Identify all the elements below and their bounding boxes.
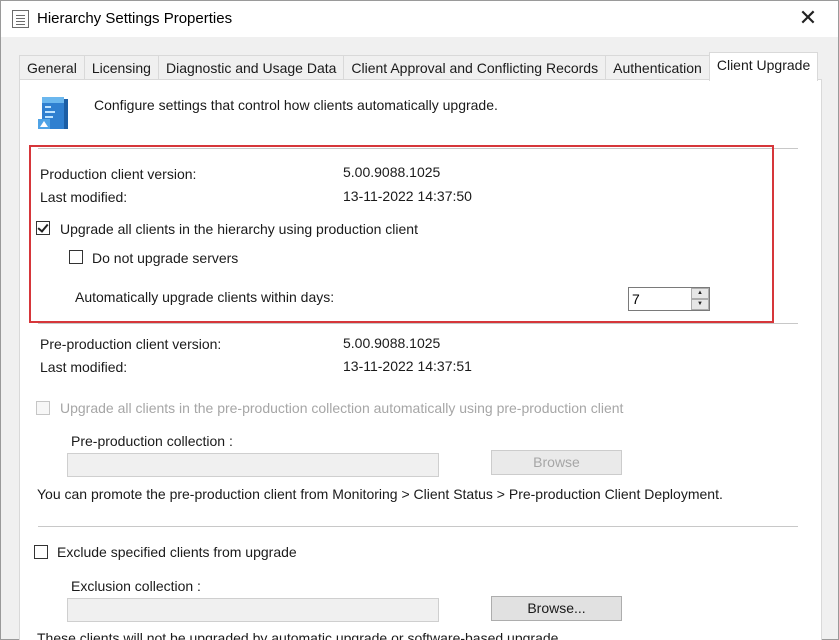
tab-authentication[interactable]: Authentication bbox=[605, 55, 709, 81]
tab-diagnostic-usage-data[interactable]: Diagnostic and Usage Data bbox=[157, 55, 344, 81]
client-upgrade-panel: Configure settings that control how clie… bbox=[19, 79, 822, 640]
tab-client-upgrade[interactable]: Client Upgrade bbox=[708, 52, 819, 81]
section-divider bbox=[38, 323, 798, 324]
exclusion-collection-label: Exclusion collection : bbox=[71, 578, 201, 594]
preproduction-upgrade-checkbox[interactable] bbox=[36, 401, 50, 415]
preproduction-collection-label: Pre-production collection : bbox=[71, 433, 233, 449]
title-bar: Hierarchy Settings Properties ✕ bbox=[1, 1, 838, 37]
close-button[interactable]: ✕ bbox=[785, 1, 831, 35]
production-settings-highlight bbox=[29, 145, 774, 323]
exclusion-collection-field[interactable] bbox=[67, 598, 439, 622]
tab-strip: General Licensing Diagnostic and Usage D… bbox=[19, 52, 819, 81]
tab-general[interactable]: General bbox=[19, 55, 84, 81]
properties-dialog: Hierarchy Settings Properties ✕ General … bbox=[0, 0, 839, 640]
tab-licensing[interactable]: Licensing bbox=[83, 55, 158, 81]
preproduction-collection-field[interactable] bbox=[67, 453, 439, 477]
promote-note: You can promote the pre-production clien… bbox=[37, 486, 723, 502]
exclusion-browse-button[interactable]: Browse... bbox=[491, 596, 622, 621]
exclusion-note: These clients will not be upgraded by au… bbox=[37, 630, 563, 640]
tab-client-approval[interactable]: Client Approval and Conflicting Records bbox=[343, 55, 606, 81]
section-divider bbox=[38, 526, 798, 527]
preproduction-browse-button[interactable]: Browse bbox=[491, 450, 622, 475]
window-title: Hierarchy Settings Properties bbox=[37, 10, 233, 27]
client-upgrade-icon bbox=[38, 97, 68, 129]
exclude-clients-checkbox[interactable] bbox=[34, 545, 48, 559]
preproduction-version-label: Pre-production client version: bbox=[40, 336, 222, 352]
preproduction-modified-label: Last modified: bbox=[40, 359, 128, 375]
preproduction-upgrade-label[interactable]: Upgrade all clients in the pre-productio… bbox=[60, 400, 623, 416]
exclude-clients-label[interactable]: Exclude specified clients from upgrade bbox=[57, 544, 297, 560]
page-description: Configure settings that control how clie… bbox=[94, 97, 498, 113]
preproduction-version-value: 5.00.9088.1025 bbox=[343, 335, 441, 351]
properties-window-icon bbox=[12, 10, 29, 28]
preproduction-modified-value: 13-11-2022 14:37:51 bbox=[343, 358, 472, 374]
